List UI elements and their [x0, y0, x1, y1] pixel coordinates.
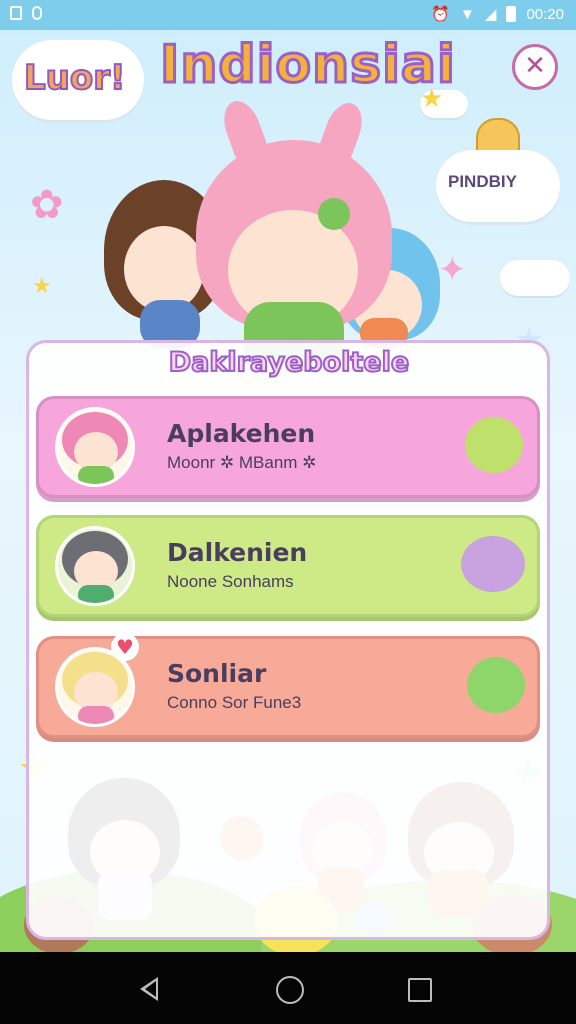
- status-left: [10, 6, 42, 20]
- character-card-1[interactable]: Aplakehen Moonr ✲ MBanm ✲: [36, 396, 540, 498]
- heart-icon: ♥: [111, 633, 139, 661]
- notification-icon: [10, 6, 22, 20]
- clover-icon: [318, 198, 350, 230]
- status-right: ⏰ ▼ ◢ 00:20: [431, 5, 564, 24]
- character-card-3[interactable]: ♥ Sonliar Conno Sor Fune3: [36, 633, 540, 738]
- purple-creature-icon: [461, 536, 525, 592]
- cloud: [500, 260, 570, 296]
- green-creature-icon: [467, 657, 525, 713]
- status-time: 00:20: [526, 5, 564, 23]
- card-subtitle: Conno Sor Fune3: [167, 693, 302, 712]
- green-creature-icon: [465, 417, 523, 473]
- avatar: [55, 526, 135, 606]
- page-title: Indionsiai: [159, 34, 457, 97]
- star-icon: ✦: [438, 250, 467, 290]
- card-name: Sonliar: [167, 659, 267, 688]
- badge-label: PINDBIY: [448, 172, 517, 191]
- back-icon-inner: [145, 981, 156, 997]
- close-button[interactable]: ✕: [512, 44, 558, 90]
- wifi-icon: ▼: [460, 5, 475, 23]
- character-horn: [217, 95, 269, 161]
- character-horn: [317, 97, 369, 163]
- signal-icon: ◢: [484, 6, 497, 23]
- app-logo: Luor!: [23, 57, 127, 99]
- avatar: [55, 407, 135, 487]
- card-subtitle: Moonr ✲ MBanm ✲: [167, 453, 317, 472]
- card-name: Aplakehen: [167, 419, 316, 448]
- home-icon[interactable]: [276, 976, 304, 1004]
- status-bar: ⏰ ▼ ◢ 00:20: [0, 0, 576, 30]
- sync-icon: [32, 6, 42, 20]
- battery-icon: [506, 6, 517, 22]
- card-subtitle: Noone Sonhams: [167, 572, 294, 591]
- star-icon: ★: [32, 274, 52, 299]
- flower-icon: ✿: [30, 182, 64, 228]
- character-card-2[interactable]: Dalkenien Noone Sonhams: [36, 515, 540, 617]
- panel-title: Daklrayeboltele: [168, 346, 410, 379]
- recent-apps-icon[interactable]: [408, 978, 432, 1002]
- card-name: Dalkenien: [167, 538, 308, 567]
- alarm-icon: ⏰: [431, 6, 451, 23]
